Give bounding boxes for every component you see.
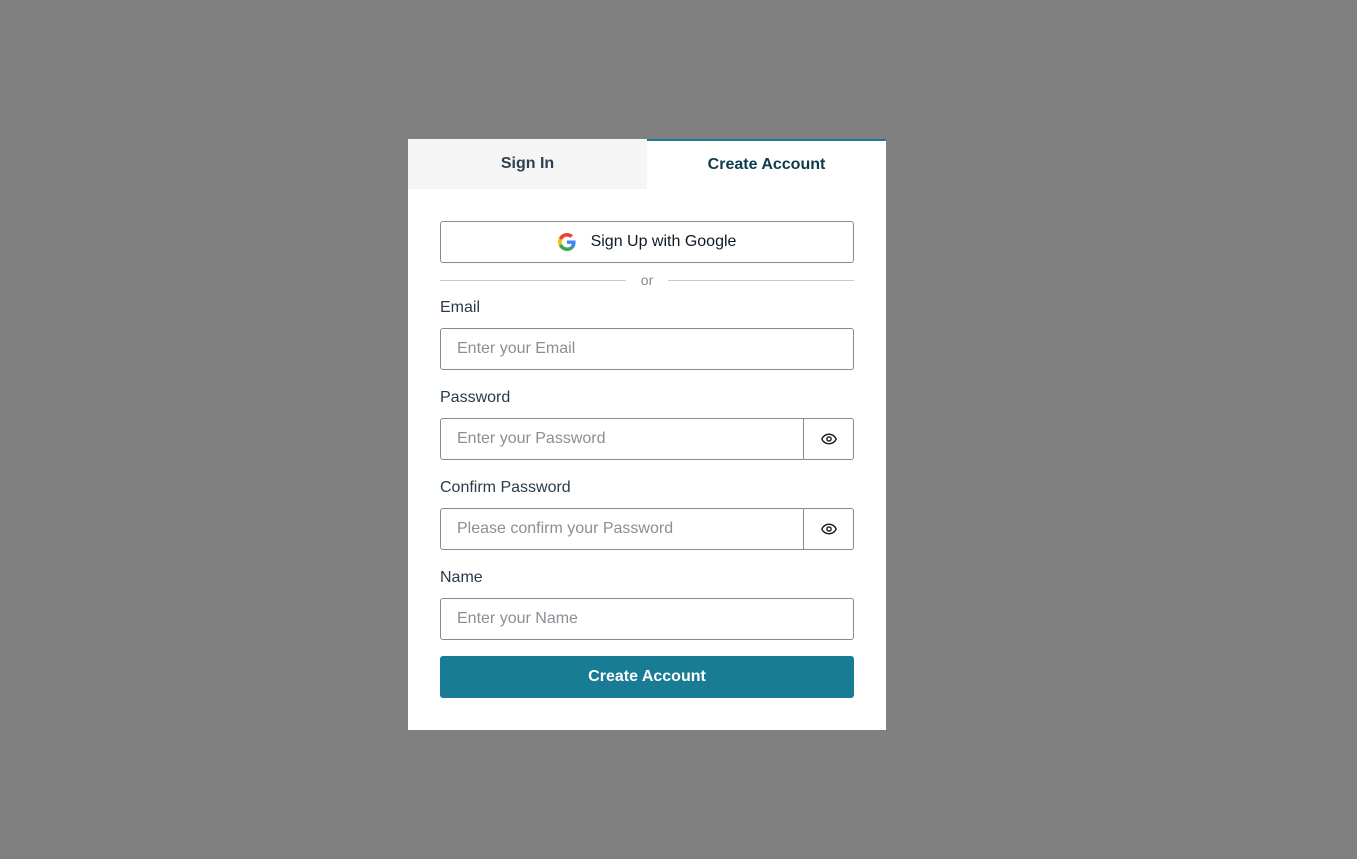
or-divider: or: [440, 263, 855, 297]
password-field-wrapper: [440, 418, 854, 460]
google-button-label: Sign Up with Google: [590, 233, 737, 250]
sign-up-with-google-button[interactable]: Sign Up with Google: [440, 221, 854, 263]
email-label: Email: [440, 299, 481, 316]
name-label: Name: [440, 569, 483, 586]
eye-icon: [820, 433, 837, 445]
confirm-password-label: Confirm Password: [440, 479, 571, 496]
email-input[interactable]: [440, 328, 854, 370]
name-input[interactable]: [440, 598, 854, 640]
eye-icon: [820, 523, 837, 535]
divider-text: or: [640, 272, 654, 288]
name-field-wrapper: [440, 598, 854, 640]
auth-tabs: Sign In Create Account: [408, 139, 886, 189]
show-confirm-password-button[interactable]: [804, 508, 854, 550]
confirm-password-input[interactable]: [440, 508, 804, 550]
google-icon: [557, 233, 576, 251]
create-account-form: Sign Up with Google or Email Password Co…: [408, 189, 886, 698]
create-account-button[interactable]: Create Account: [440, 656, 854, 698]
confirm-password-field-wrapper: [440, 508, 854, 550]
email-field-wrapper: [440, 328, 854, 370]
password-label: Password: [440, 389, 511, 406]
auth-card: Sign In Create Account Sign Up with Goog…: [408, 139, 886, 730]
divider-line-left: [440, 279, 626, 281]
show-password-button[interactable]: [804, 418, 854, 460]
tab-create-account[interactable]: Create Account: [647, 139, 886, 189]
tab-sign-in[interactable]: Sign In: [408, 139, 647, 189]
divider-line-right: [668, 279, 855, 281]
password-input[interactable]: [440, 418, 804, 460]
